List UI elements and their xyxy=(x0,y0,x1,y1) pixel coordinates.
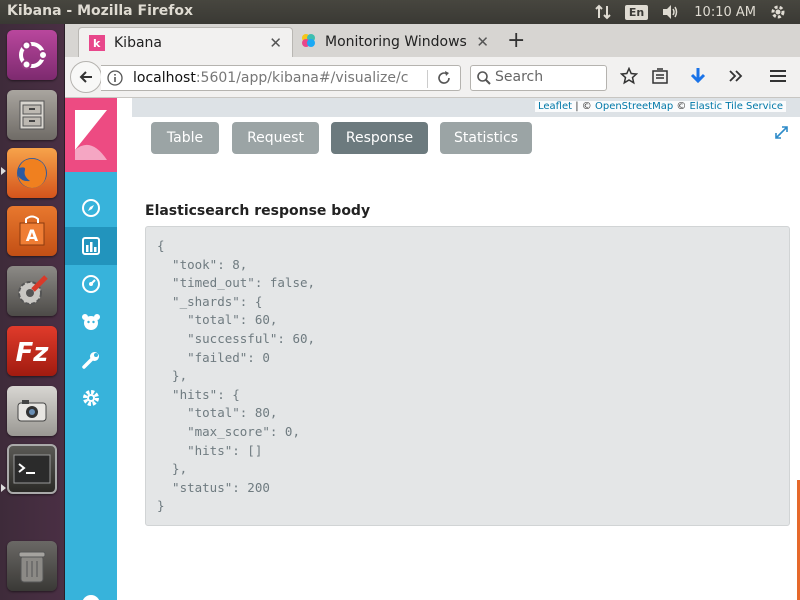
search-field[interactable] xyxy=(470,65,607,91)
nav-dashboard[interactable] xyxy=(65,265,117,303)
filezilla-launcher[interactable]: Fz xyxy=(7,326,57,376)
system-settings-launcher[interactable] xyxy=(7,266,57,316)
firefox-launcher[interactable] xyxy=(7,148,57,198)
network-arrows-icon[interactable] xyxy=(595,4,611,20)
nav-visualize[interactable] xyxy=(65,227,117,265)
map-tile-strip: Leaflet | © OpenStreetMap © Elastic Tile… xyxy=(132,98,800,117)
running-indicator xyxy=(1,484,6,492)
filezilla-icon: Fz xyxy=(16,338,50,368)
url-separator xyxy=(427,70,428,88)
attribution-separator: © xyxy=(673,101,690,112)
kibana-favicon-icon: k xyxy=(89,34,105,51)
tab-strip: k Kibana ✕ Monitoring Windows I ✕ + xyxy=(65,24,800,57)
nav-discover[interactable] xyxy=(65,189,117,227)
kibana-sidebar xyxy=(65,98,117,600)
response-json: { "took": 8, "timed_out": false, "_shard… xyxy=(157,238,316,514)
svg-text:Fz: Fz xyxy=(16,338,50,368)
tab-label: Monitoring Windows I xyxy=(325,34,476,50)
ubuntu-logo-icon xyxy=(19,40,48,70)
unity-launcher: A Fz xyxy=(0,24,65,600)
gauge-icon xyxy=(82,275,100,293)
clock[interactable]: 10:10 AM xyxy=(694,5,756,20)
window-title: Kibana - Mozilla Firefox xyxy=(7,3,194,19)
wrench-icon xyxy=(82,352,99,369)
hamburger-menu-icon[interactable] xyxy=(769,67,787,89)
running-indicator xyxy=(1,167,6,175)
tab-label: Kibana xyxy=(114,34,162,51)
tab-kibana[interactable]: k Kibana ✕ xyxy=(78,27,293,57)
close-tab-icon[interactable]: ✕ xyxy=(269,34,282,52)
back-arrow-icon xyxy=(79,71,92,83)
compass-icon xyxy=(82,199,100,217)
software-center-launcher[interactable]: A xyxy=(7,206,57,256)
shopping-bag-icon: A xyxy=(19,215,45,246)
inspector-tab-table[interactable]: Table xyxy=(151,122,219,154)
search-icon xyxy=(476,70,492,90)
settings-wrench-icon xyxy=(18,275,48,305)
tab-monitoring[interactable]: Monitoring Windows I ✕ xyxy=(294,27,499,57)
response-body-title: Elasticsearch response body xyxy=(145,203,371,219)
reload-icon[interactable] xyxy=(436,70,452,90)
navigation-toolbar: localhost:5601/app/kibana#/visualize/c xyxy=(65,57,800,98)
response-body-panel: { "took": 8, "timed_out": false, "_shard… xyxy=(145,226,790,526)
terminal-icon xyxy=(13,454,51,484)
gear-icon xyxy=(83,390,99,406)
bookmark-star-icon[interactable] xyxy=(619,66,639,89)
inspector-tab-request[interactable]: Request xyxy=(232,122,319,154)
expand-icon[interactable] xyxy=(775,124,788,143)
ubuntu-dash-button[interactable] xyxy=(7,30,57,80)
bar-chart-icon xyxy=(82,237,100,255)
url-path: :5601/app/kibana#/visualize/c xyxy=(195,70,409,86)
inspector-tab-response[interactable]: Response xyxy=(331,122,428,154)
camera-launcher[interactable] xyxy=(7,386,57,436)
nav-dev-tools[interactable] xyxy=(65,341,117,379)
osm-link[interactable]: OpenStreetMap xyxy=(595,101,673,112)
system-top-panel: Kibana - Mozilla Firefox En 10:10 AM xyxy=(0,0,800,24)
nav-timelion[interactable] xyxy=(65,303,117,341)
files-launcher[interactable] xyxy=(7,90,57,140)
play-circle-icon xyxy=(82,595,100,600)
search-input[interactable] xyxy=(495,69,603,85)
lion-icon xyxy=(82,314,100,330)
trash-launcher[interactable] xyxy=(7,541,57,591)
inspector-tab-statistics[interactable]: Statistics xyxy=(440,122,532,154)
downloads-icon[interactable] xyxy=(689,67,707,89)
system-gear-icon[interactable] xyxy=(770,4,786,20)
attribution-separator: | © xyxy=(572,101,595,112)
keyboard-layout-indicator[interactable]: En xyxy=(624,4,649,20)
elastic-tile-link[interactable]: Elastic Tile Service xyxy=(690,101,783,112)
kibana-main-content: Leaflet | © OpenStreetMap © Elastic Tile… xyxy=(117,98,800,600)
url-bar[interactable]: localhost:5601/app/kibana#/visualize/c xyxy=(101,65,461,91)
leaflet-link[interactable]: Leaflet xyxy=(538,101,572,112)
url-host: localhost xyxy=(133,70,196,86)
kibana-logo-icon xyxy=(65,98,117,172)
collapse-nav-button[interactable] xyxy=(65,585,117,600)
file-cabinet-icon xyxy=(19,100,45,130)
map-attribution: Leaflet | © OpenStreetMap © Elastic Tile… xyxy=(535,101,786,112)
terminal-launcher[interactable] xyxy=(7,444,57,494)
nav-management[interactable] xyxy=(65,379,117,417)
new-tab-icon[interactable]: + xyxy=(507,28,525,53)
overflow-chevron-icon[interactable] xyxy=(727,67,745,89)
close-tab-icon[interactable]: ✕ xyxy=(472,33,489,51)
volume-icon[interactable] xyxy=(662,4,680,20)
firefox-window: k Kibana ✕ Monitoring Windows I ✕ + loca… xyxy=(65,24,800,600)
camera-icon xyxy=(17,400,47,422)
firefox-icon xyxy=(17,158,47,188)
site-info-icon[interactable] xyxy=(107,70,123,90)
kibana-logo[interactable] xyxy=(65,98,117,172)
reading-list-icon[interactable] xyxy=(651,67,669,89)
svg-text:A: A xyxy=(26,226,39,245)
elastic-favicon-icon xyxy=(300,32,316,52)
url-text: localhost:5601/app/kibana#/visualize/c xyxy=(133,70,421,86)
trash-icon xyxy=(18,551,46,583)
back-button[interactable] xyxy=(70,61,102,93)
